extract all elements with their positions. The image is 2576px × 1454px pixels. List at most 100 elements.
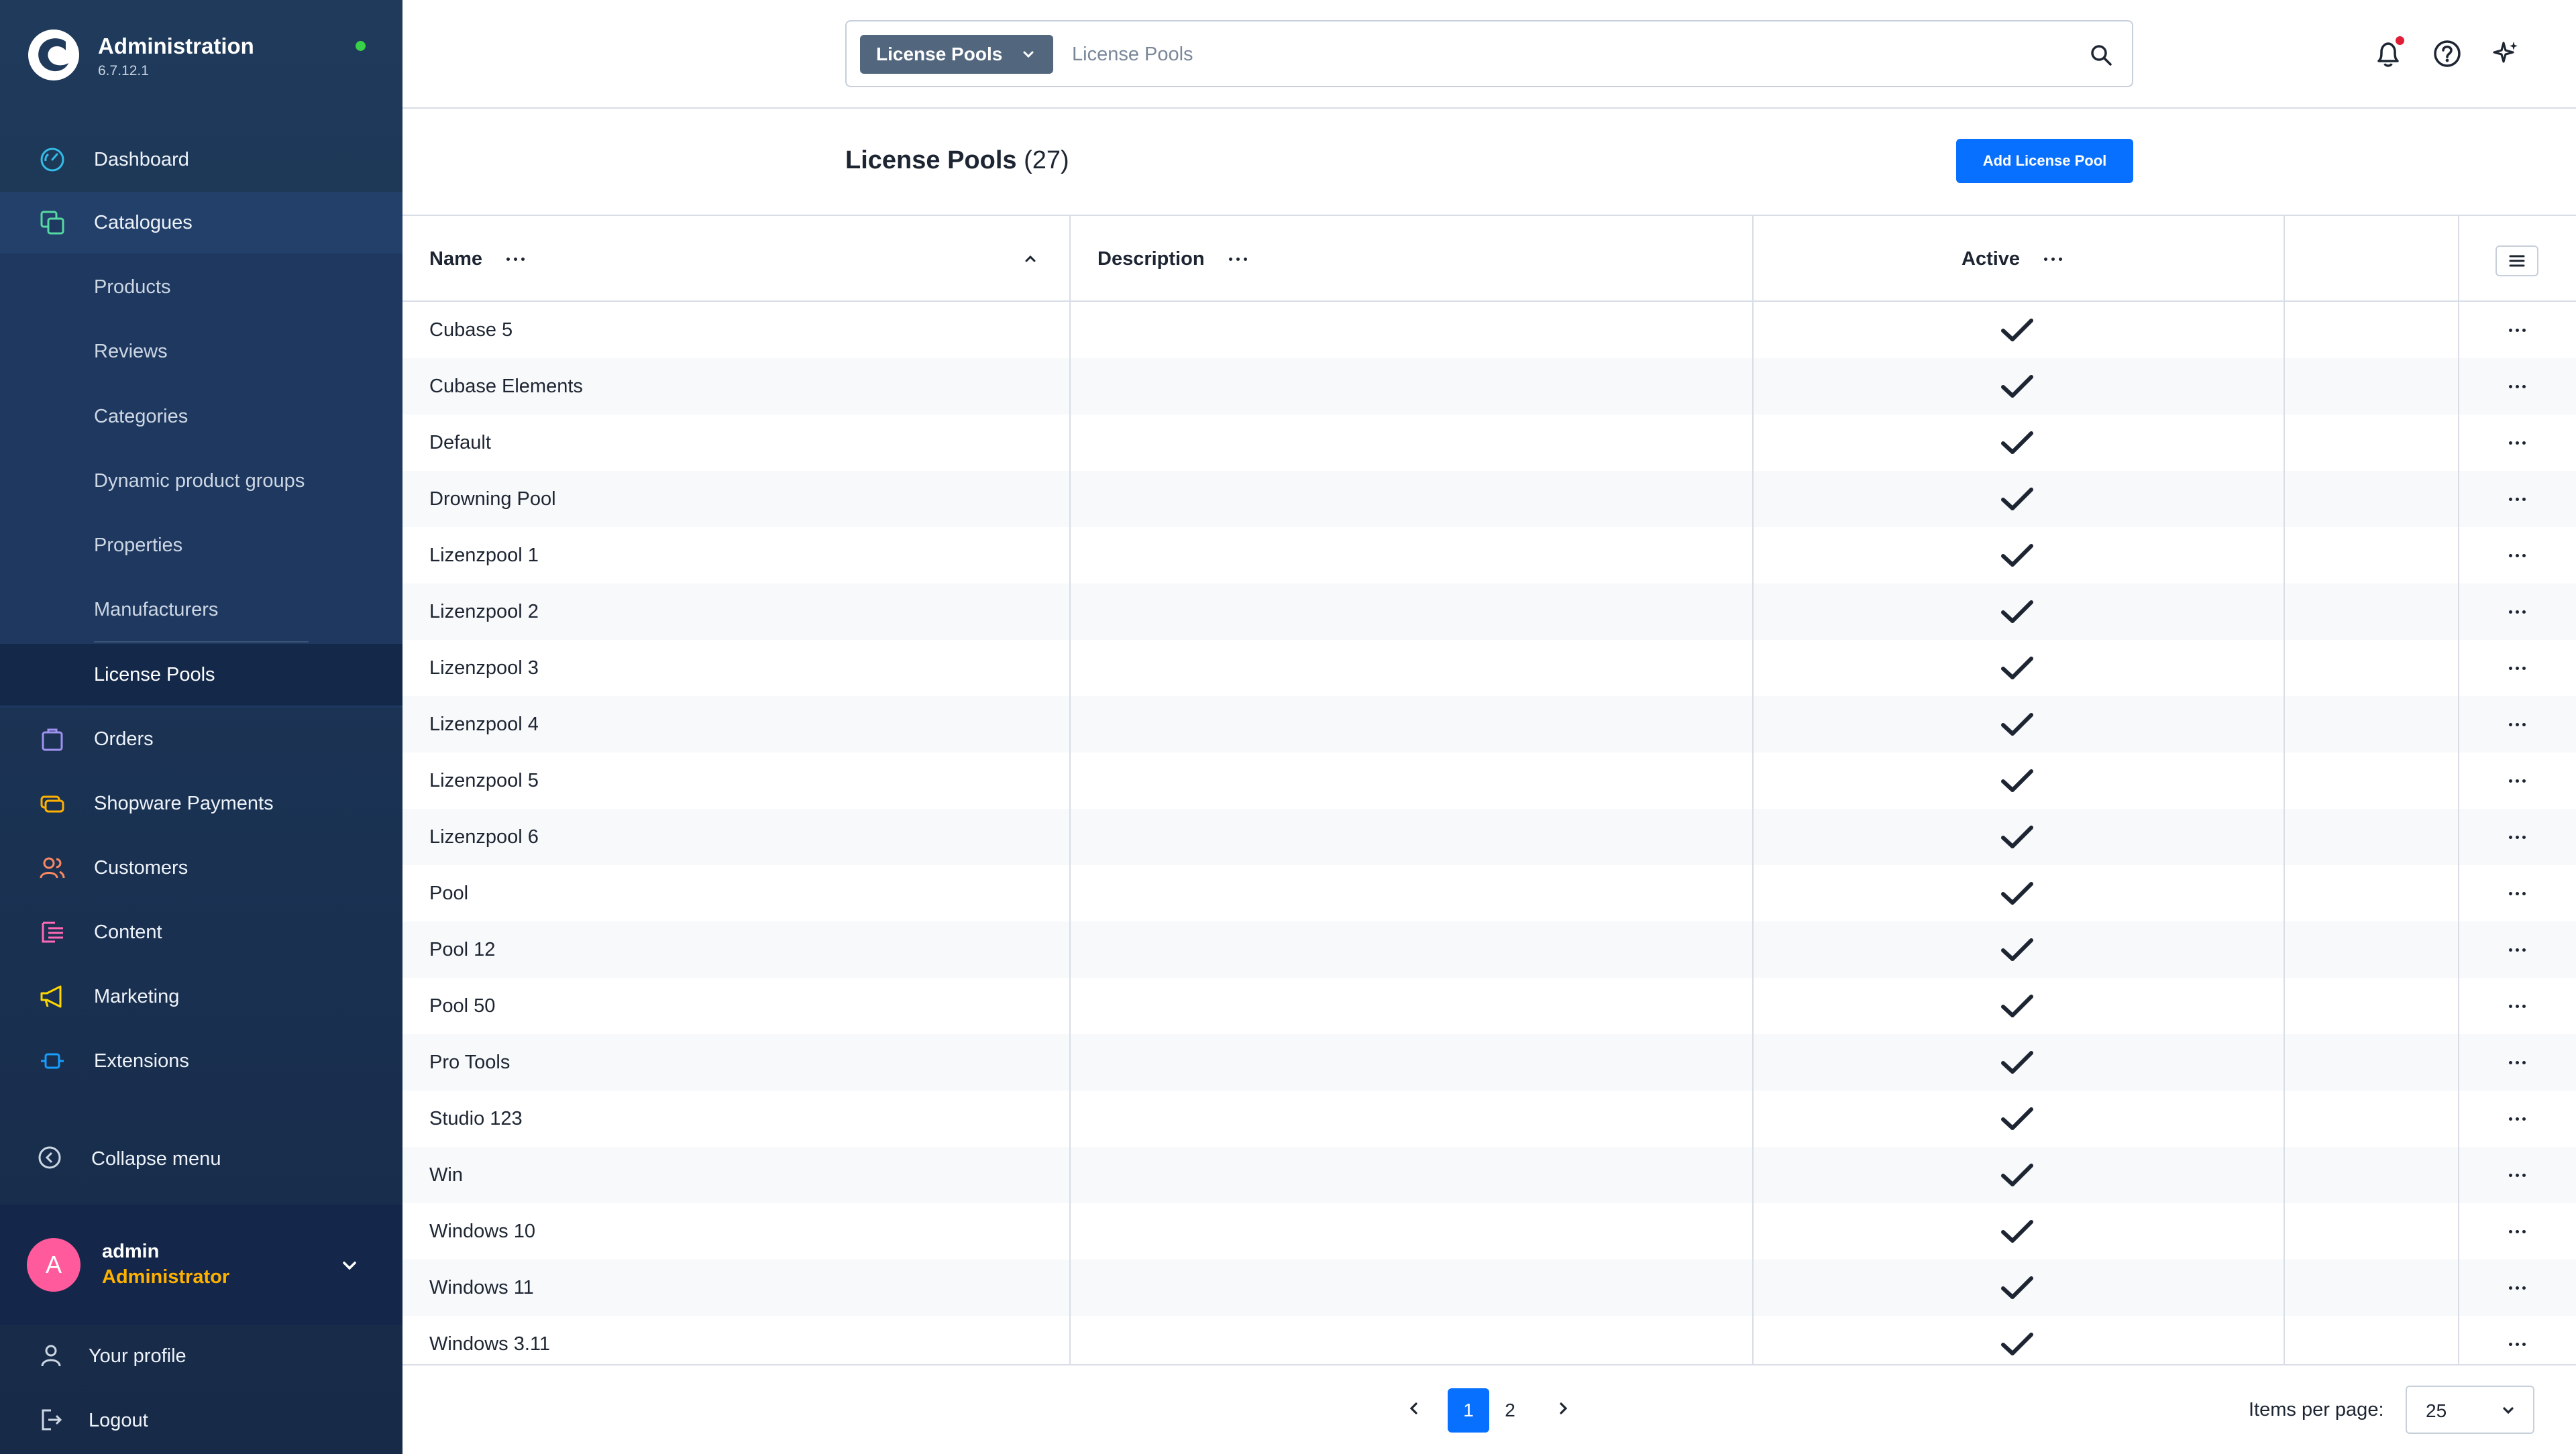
user-menu[interactable]: A admin Administrator xyxy=(0,1205,402,1325)
cell-name[interactable]: Lizenzpool 5 xyxy=(429,752,539,809)
table-row[interactable]: Windows 3.11 xyxy=(402,1316,2576,1365)
row-actions-icon[interactable] xyxy=(2505,1221,2529,1242)
cell-name[interactable]: Lizenzpool 1 xyxy=(429,527,539,583)
sidebar-item-categories[interactable]: Categories xyxy=(0,386,402,447)
sidebar-item-properties[interactable]: Properties xyxy=(0,514,402,576)
bell-icon[interactable] xyxy=(2371,36,2406,71)
table-row[interactable]: Win xyxy=(402,1147,2576,1203)
add-license-pool-button[interactable]: Add License Pool xyxy=(1956,139,2133,183)
row-actions-icon[interactable] xyxy=(2505,1277,2529,1298)
row-actions-icon[interactable] xyxy=(2505,1333,2529,1355)
your-profile-link[interactable]: Your profile xyxy=(0,1325,402,1386)
row-actions-icon[interactable] xyxy=(2505,1052,2529,1073)
cell-name[interactable]: Windows 10 xyxy=(429,1203,535,1260)
row-actions-icon[interactable] xyxy=(2505,1164,2529,1186)
sidebar-item-marketing[interactable]: Marketing xyxy=(0,966,402,1027)
sidebar-item-manufacturers[interactable]: Manufacturers xyxy=(0,579,402,640)
sidebar-item-orders[interactable]: Orders xyxy=(0,708,402,770)
shopware-logo[interactable] xyxy=(27,28,80,82)
table-row[interactable]: Lizenzpool 2 xyxy=(402,583,2576,640)
row-actions-icon[interactable] xyxy=(2505,376,2529,397)
sidebar-item-catalogues[interactable]: Catalogues xyxy=(0,192,402,254)
sidebar-item-license-pools[interactable]: License Pools xyxy=(0,644,402,706)
search-icon[interactable] xyxy=(2086,40,2116,70)
items-per-page-select[interactable]: 25 xyxy=(2406,1386,2534,1434)
collapse-menu-button[interactable]: Collapse menu xyxy=(0,1132,402,1186)
row-actions-icon[interactable] xyxy=(2505,432,2529,453)
row-actions-icon[interactable] xyxy=(2505,319,2529,341)
sidebar-item-shopware-payments[interactable]: Shopware Payments xyxy=(0,773,402,834)
table-row[interactable]: Windows 11 xyxy=(402,1260,2576,1316)
cell-name[interactable]: Cubase Elements xyxy=(429,358,583,414)
sidebar-item-customers[interactable]: Customers xyxy=(0,837,402,899)
column-options-icon[interactable] xyxy=(506,257,525,261)
table-row[interactable]: Lizenzpool 5 xyxy=(402,752,2576,809)
cell-name[interactable]: Lizenzpool 6 xyxy=(429,809,539,865)
chevron-right-icon[interactable] xyxy=(1551,1396,1575,1420)
sidebar-item-products[interactable]: Products xyxy=(0,256,402,318)
row-actions-icon[interactable] xyxy=(2505,488,2529,510)
table-row[interactable]: Default xyxy=(402,414,2576,471)
sidebar-item-extensions[interactable]: Extensions xyxy=(0,1030,402,1092)
table-row[interactable]: Lizenzpool 3 xyxy=(402,640,2576,696)
column-header-description[interactable]: Description xyxy=(1097,216,1247,302)
cell-name[interactable]: Drowning Pool xyxy=(429,471,556,527)
page-button-2[interactable]: 2 xyxy=(1489,1388,1531,1433)
row-actions-icon[interactable] xyxy=(2505,770,2529,791)
sort-ascending-icon[interactable] xyxy=(1022,251,1038,267)
table-row[interactable]: Pool xyxy=(402,865,2576,921)
sidebar-item-dynamic-product-groups[interactable]: Dynamic product groups xyxy=(0,450,402,512)
row-actions-icon[interactable] xyxy=(2505,939,2529,960)
cell-name[interactable]: Studio 123 xyxy=(429,1090,523,1147)
table-row[interactable]: Cubase Elements xyxy=(402,358,2576,414)
column-header-name[interactable]: Name xyxy=(429,216,525,302)
search-input[interactable] xyxy=(1072,35,2065,74)
sidebar-item-reviews[interactable]: Reviews xyxy=(0,321,402,382)
row-actions-icon[interactable] xyxy=(2505,714,2529,735)
grid-settings-button[interactable] xyxy=(2496,245,2538,276)
sidebar-item-dashboard[interactable]: Dashboard xyxy=(0,129,402,190)
ai-sparkle-icon[interactable] xyxy=(2489,36,2524,71)
search-type-dropdown[interactable]: License Pools xyxy=(860,35,1053,74)
table-row[interactable]: Pool 12 xyxy=(402,921,2576,978)
logout-link[interactable]: Logout xyxy=(0,1390,402,1450)
cell-name[interactable]: Pool 50 xyxy=(429,978,495,1034)
table-row[interactable]: Pool 50 xyxy=(402,978,2576,1034)
table-row[interactable]: Lizenzpool 1 xyxy=(402,527,2576,583)
table-row[interactable]: Studio 123 xyxy=(402,1090,2576,1147)
page-button-1[interactable]: 1 xyxy=(1448,1388,1489,1433)
column-header-active[interactable]: Active xyxy=(1962,216,2063,302)
help-icon[interactable] xyxy=(2430,36,2465,71)
cell-name[interactable]: Pool xyxy=(429,865,468,921)
row-actions-icon[interactable] xyxy=(2505,657,2529,679)
cell-name[interactable]: Windows 11 xyxy=(429,1260,534,1316)
cell-name[interactable]: Windows 3.11 xyxy=(429,1316,550,1365)
table-row[interactable]: Pro Tools xyxy=(402,1034,2576,1090)
table-row[interactable]: Lizenzpool 4 xyxy=(402,696,2576,752)
row-actions-icon[interactable] xyxy=(2505,1108,2529,1129)
cell-name[interactable]: Lizenzpool 4 xyxy=(429,696,539,752)
cell-name[interactable]: Pro Tools xyxy=(429,1034,510,1090)
cell-name[interactable]: Lizenzpool 3 xyxy=(429,640,539,696)
cell-name[interactable]: Pool 12 xyxy=(429,921,495,978)
table-row[interactable]: Cubase 5 xyxy=(402,302,2576,358)
sidebar-item-content[interactable]: Content xyxy=(0,901,402,963)
table-row[interactable]: Lizenzpool 6 xyxy=(402,809,2576,865)
row-actions-icon[interactable] xyxy=(2505,826,2529,848)
row-actions-icon[interactable] xyxy=(2505,601,2529,622)
column-options-icon[interactable] xyxy=(2044,257,2063,261)
sidebar-item-label: Extensions xyxy=(94,1050,189,1072)
cell-name[interactable]: Lizenzpool 2 xyxy=(429,583,539,640)
table-row[interactable]: Windows 10 xyxy=(402,1203,2576,1260)
table-row[interactable]: Drowning Pool xyxy=(402,471,2576,527)
sidebar-item-label: Content xyxy=(94,921,162,943)
cell-name[interactable]: Default xyxy=(429,414,491,471)
row-actions-icon[interactable] xyxy=(2505,995,2529,1017)
chevron-left-icon[interactable] xyxy=(1402,1396,1426,1420)
chevron-down-icon[interactable] xyxy=(339,1255,360,1276)
column-options-icon[interactable] xyxy=(1228,257,1247,261)
row-actions-icon[interactable] xyxy=(2505,545,2529,566)
cell-name[interactable]: Cubase 5 xyxy=(429,302,513,358)
cell-name[interactable]: Win xyxy=(429,1147,463,1203)
row-actions-icon[interactable] xyxy=(2505,883,2529,904)
